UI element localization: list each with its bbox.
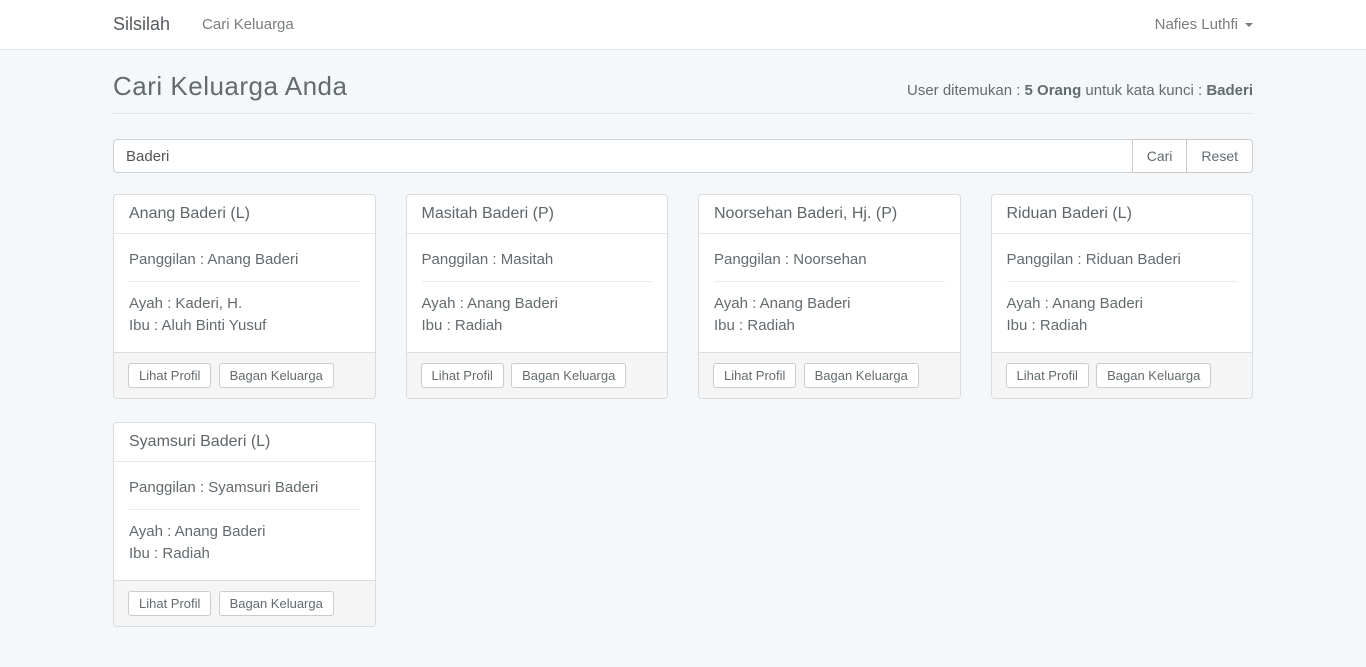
person-card-footer: Lihat Profil Bagan Keluarga <box>407 352 668 398</box>
person-card-body: Panggilan : Riduan Baderi Ayah : Anang B… <box>992 234 1253 352</box>
nav-link-cari-keluarga[interactable]: Cari Keluarga <box>202 16 294 33</box>
nickname-value: Syamsuri Baderi <box>208 479 318 496</box>
family-chart-button[interactable]: Bagan Keluarga <box>1096 363 1211 388</box>
person-card-header: Riduan Baderi (L) <box>992 195 1253 234</box>
result-count: 5 Orang <box>1025 82 1082 99</box>
father-label: Ayah : <box>422 295 468 312</box>
result-keyword: Baderi <box>1206 82 1253 99</box>
nickname-label: Panggilan : <box>422 251 501 268</box>
person-card-header: Anang Baderi (L) <box>114 195 375 234</box>
person-card-footer: Lihat Profil Bagan Keluarga <box>699 352 960 398</box>
person-name: Anang Baderi (L) <box>129 205 250 222</box>
mother-label: Ibu : <box>129 545 162 562</box>
person-card: Noorsehan Baderi, Hj. (P) Panggilan : No… <box>698 194 961 399</box>
nickname-label: Panggilan : <box>714 251 793 268</box>
family-chart-button[interactable]: Bagan Keluarga <box>511 363 626 388</box>
person-card-body: Panggilan : Noorsehan Ayah : Anang Bader… <box>699 234 960 352</box>
family-chart-button[interactable]: Bagan Keluarga <box>804 363 919 388</box>
divider <box>1007 281 1238 282</box>
person-name: Riduan Baderi (L) <box>1007 205 1132 222</box>
nickname-value: Riduan Baderi <box>1086 251 1181 268</box>
father-label: Ayah : <box>714 295 760 312</box>
person-card: Anang Baderi (L) Panggilan : Anang Bader… <box>113 194 376 399</box>
divider <box>422 281 653 282</box>
divider <box>714 281 945 282</box>
nickname-label: Panggilan : <box>129 251 207 268</box>
view-profile-button[interactable]: Lihat Profil <box>713 363 796 388</box>
mother-label: Ibu : <box>422 317 455 334</box>
mother-value: Aluh Binti Yusuf <box>162 317 267 334</box>
person-card-body: Panggilan : Anang Baderi Ayah : Kaderi, … <box>114 234 375 352</box>
person-card-footer: Lihat Profil Bagan Keluarga <box>992 352 1253 398</box>
family-chart-button[interactable]: Bagan Keluarga <box>219 363 334 388</box>
search-input[interactable] <box>113 139 1133 173</box>
father-value: Anang Baderi <box>467 295 558 312</box>
father-value: Anang Baderi <box>175 523 266 540</box>
search-bar: Cari Reset <box>113 139 1253 173</box>
person-name: Noorsehan Baderi, Hj. (P) <box>714 205 897 222</box>
person-card-footer: Lihat Profil Bagan Keluarga <box>114 352 375 398</box>
mother-value: Radiah <box>455 317 503 334</box>
brand-link[interactable]: Silsilah <box>113 14 170 35</box>
divider <box>129 281 360 282</box>
user-name: Nafies Luthfi <box>1155 16 1238 33</box>
father-value: Anang Baderi <box>1052 295 1143 312</box>
person-card-header: Masitah Baderi (P) <box>407 195 668 234</box>
nickname-value: Masitah <box>501 251 554 268</box>
person-card-body: Panggilan : Syamsuri Baderi Ayah : Anang… <box>114 462 375 580</box>
father-label: Ayah : <box>1007 295 1053 312</box>
view-profile-button[interactable]: Lihat Profil <box>421 363 504 388</box>
result-summary: User ditemukan : 5 Orang untuk kata kunc… <box>907 82 1253 99</box>
father-label: Ayah : <box>129 523 175 540</box>
results-grid: Anang Baderi (L) Panggilan : Anang Bader… <box>113 194 1253 667</box>
person-card: Masitah Baderi (P) Panggilan : Masitah A… <box>406 194 669 399</box>
view-profile-button[interactable]: Lihat Profil <box>1006 363 1089 388</box>
mother-value: Radiah <box>162 545 210 562</box>
mother-label: Ibu : <box>1007 317 1040 334</box>
view-profile-button[interactable]: Lihat Profil <box>128 591 211 616</box>
mother-value: Radiah <box>1040 317 1088 334</box>
mother-label: Ibu : <box>714 317 747 334</box>
nickname-value: Anang Baderi <box>207 251 298 268</box>
person-name: Syamsuri Baderi (L) <box>129 433 270 450</box>
person-card: Riduan Baderi (L) Panggilan : Riduan Bad… <box>991 194 1254 399</box>
nickname-value: Noorsehan <box>793 251 866 268</box>
person-card-footer: Lihat Profil Bagan Keluarga <box>114 580 375 626</box>
divider <box>129 509 360 510</box>
caret-down-icon <box>1245 23 1253 27</box>
person-card-header: Syamsuri Baderi (L) <box>114 423 375 462</box>
nickname-label: Panggilan : <box>129 479 208 496</box>
nickname-label: Panggilan : <box>1007 251 1086 268</box>
mother-value: Radiah <box>747 317 795 334</box>
search-reset-button[interactable]: Reset <box>1186 139 1253 173</box>
person-card: Syamsuri Baderi (L) Panggilan : Syamsuri… <box>113 422 376 627</box>
father-value: Kaderi, H. <box>175 295 242 312</box>
person-name: Masitah Baderi (P) <box>422 205 555 222</box>
person-card-header: Noorsehan Baderi, Hj. (P) <box>699 195 960 234</box>
view-profile-button[interactable]: Lihat Profil <box>128 363 211 388</box>
father-label: Ayah : <box>129 295 175 312</box>
user-menu[interactable]: Nafies Luthfi <box>1155 16 1253 33</box>
result-summary-prefix: User ditemukan : <box>907 82 1025 99</box>
navbar: Silsilah Cari Keluarga Nafies Luthfi <box>0 0 1366 50</box>
result-summary-middle: untuk kata kunci : <box>1081 82 1206 99</box>
family-chart-button[interactable]: Bagan Keluarga <box>219 591 334 616</box>
navbar-right: Nafies Luthfi <box>1155 16 1253 33</box>
page-title: Cari Keluarga Anda <box>113 71 347 102</box>
mother-label: Ibu : <box>129 317 162 334</box>
page-header: Cari Keluarga Anda User ditemukan : 5 Or… <box>113 71 1253 114</box>
person-card-body: Panggilan : Masitah Ayah : Anang Baderi … <box>407 234 668 352</box>
father-value: Anang Baderi <box>760 295 851 312</box>
search-submit-button[interactable]: Cari <box>1132 139 1188 173</box>
